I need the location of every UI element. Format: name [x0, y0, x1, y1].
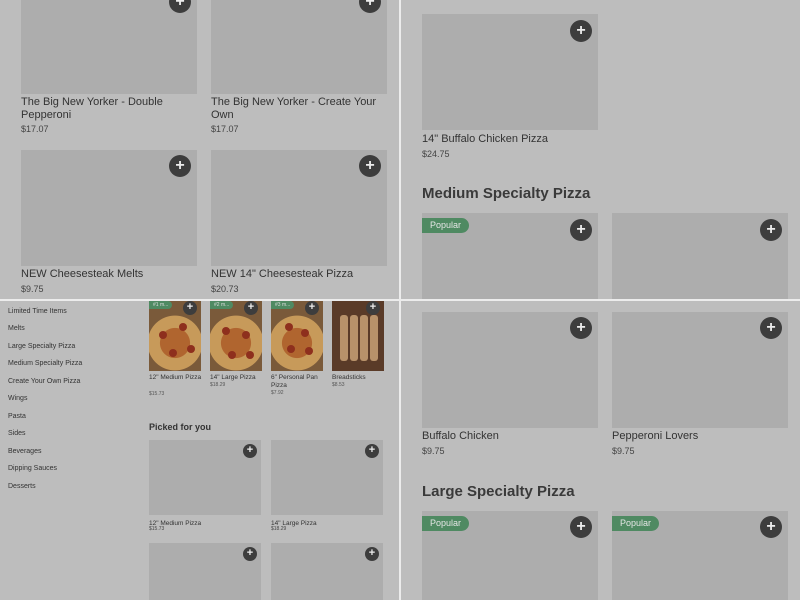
popular-item-card[interactable]: #1 m... + 12" Medium Pizza $15.73 — [149, 301, 204, 401]
rank-badge: #2 m... — [210, 301, 234, 309]
add-icon[interactable]: + — [243, 444, 257, 458]
add-icon[interactable]: + — [570, 516, 592, 538]
sidebar-item[interactable]: Desserts — [8, 483, 36, 490]
sidebar-item[interactable]: Wings — [8, 395, 27, 402]
popular-item-card[interactable]: #2 m... + 14" Large Pizza $18.29 — [210, 301, 265, 401]
sidebar-item[interactable]: Beverages — [8, 448, 41, 455]
menu-item-card[interactable]: + Buffalo Chicken $9.75 — [422, 312, 598, 462]
section-title: Large Specialty Pizza — [422, 483, 575, 500]
item-name: NEW 14" Cheesesteak Pizza — [211, 268, 354, 280]
menu-item-card[interactable]: Popular + — [422, 511, 598, 600]
item-name: Breadsticks — [332, 374, 366, 381]
item-price: $9.75 — [21, 284, 44, 294]
menu-pane-top-left: + The Big New Yorker - Double Pepperoni … — [0, 0, 399, 299]
section-title: Picked for you — [149, 422, 212, 432]
sidebar-item[interactable]: Melts — [8, 325, 25, 332]
sidebar-item[interactable]: Dipping Sauces — [8, 465, 57, 472]
menu-item-card[interactable]: + Pepperoni Lovers $9.75 — [612, 312, 788, 462]
menu-item-card[interactable]: + — [149, 543, 261, 600]
popular-badge: Popular — [422, 516, 470, 531]
item-name: Pepperoni Lovers — [612, 430, 699, 442]
item-price: $24.75 — [422, 149, 450, 159]
add-icon[interactable]: + — [570, 219, 592, 241]
quadrant-divider-horizontal — [0, 299, 800, 301]
add-icon[interactable]: + — [183, 301, 197, 315]
menu-item-card[interactable]: + 14" Buffalo Chicken Pizza $24.75 — [422, 14, 598, 164]
item-name: NEW Cheesesteak Melts — [21, 268, 144, 280]
item-name: 12" Medium Pizza — [149, 374, 202, 381]
popular-badge: Popular — [422, 218, 470, 233]
add-icon[interactable]: + — [760, 317, 782, 339]
add-icon[interactable]: + — [570, 317, 592, 339]
sidebar-item[interactable]: Large Specialty Pizza — [8, 343, 75, 350]
item-price: $20.73 — [211, 284, 239, 294]
add-icon[interactable]: + — [359, 155, 381, 177]
menu-item-card[interactable]: + The Big New Yorker - Create Your Own $… — [211, 0, 387, 140]
add-icon[interactable]: + — [305, 301, 319, 315]
add-icon[interactable]: + — [365, 444, 379, 458]
add-icon[interactable]: + — [366, 301, 380, 315]
item-price: $17.07 — [211, 124, 239, 134]
section-title: Medium Specialty Pizza — [422, 185, 591, 202]
add-icon[interactable]: + — [169, 155, 191, 177]
add-icon[interactable]: + — [244, 301, 258, 315]
item-name: 14" Buffalo Chicken Pizza — [422, 133, 548, 145]
menu-item-card[interactable]: Popular + — [422, 213, 598, 299]
sidebar-item[interactable]: Sides — [8, 430, 26, 437]
item-price: $15.73 — [149, 391, 165, 397]
popular-item-card[interactable]: + Breadsticks $8.53 — [332, 301, 387, 401]
item-image — [21, 0, 197, 94]
menu-item-card[interactable]: + — [271, 543, 383, 600]
item-price: $15.73 — [149, 526, 165, 532]
item-name: The Big New Yorker - Create Your Own — [211, 96, 377, 121]
menu-item-card[interactable]: + 14" Large Pizza $18.29 — [271, 440, 383, 540]
sidebar-item[interactable]: Pasta — [8, 413, 26, 420]
popular-badge: Popular — [612, 516, 660, 531]
menu-pane-bottom-right: + Buffalo Chicken $9.75 + Pepperoni Love… — [401, 301, 800, 600]
add-icon[interactable]: + — [365, 547, 379, 561]
add-icon[interactable]: + — [760, 516, 782, 538]
item-price: $8.53 — [332, 382, 345, 388]
menu-item-card[interactable]: + NEW Cheesesteak Melts $9.75 — [21, 150, 197, 299]
sidebar-item[interactable]: Medium Specialty Pizza — [8, 360, 82, 367]
add-icon[interactable]: + — [760, 219, 782, 241]
menu-item-card[interactable]: Popular + — [612, 511, 788, 600]
item-price: $7.92 — [271, 390, 284, 396]
menu-item-card[interactable]: + NEW 14" Cheesesteak Pizza $20.73 — [211, 150, 387, 299]
rank-badge: #1 m... — [149, 301, 173, 309]
add-icon[interactable]: + — [243, 547, 257, 561]
menu-pane-top-right: + 14" Buffalo Chicken Pizza $24.75 Mediu… — [401, 0, 800, 299]
popular-item-card[interactable]: #3 m... + 6" Personal Pan Pizza $7.92 — [271, 301, 326, 401]
item-price: $9.75 — [612, 446, 635, 456]
item-name: 14" Large Pizza — [210, 374, 256, 381]
add-icon[interactable]: + — [570, 20, 592, 42]
item-name: The Big New Yorker - Double Pepperoni — [21, 96, 163, 121]
item-price: $18.29 — [210, 382, 226, 388]
menu-item-card[interactable]: + — [612, 213, 788, 299]
item-image — [211, 0, 387, 94]
item-name: 6" Personal Pan Pizza — [271, 374, 318, 389]
sidebar-item[interactable]: Limited Time Items — [8, 308, 67, 315]
item-price: $9.75 — [422, 446, 445, 456]
menu-pane-bottom-left: Limited Time Items Melts Large Specialty… — [0, 301, 399, 600]
item-name: Buffalo Chicken — [422, 430, 499, 442]
sidebar-item[interactable]: Create Your Own Pizza — [8, 378, 80, 385]
rank-badge: #3 m... — [271, 301, 295, 309]
menu-item-card[interactable]: + The Big New Yorker - Double Pepperoni … — [21, 0, 197, 140]
item-price: $17.07 — [21, 124, 49, 134]
item-price: $18.29 — [271, 526, 287, 532]
menu-item-card[interactable]: + 12" Medium Pizza $15.73 — [149, 440, 261, 540]
